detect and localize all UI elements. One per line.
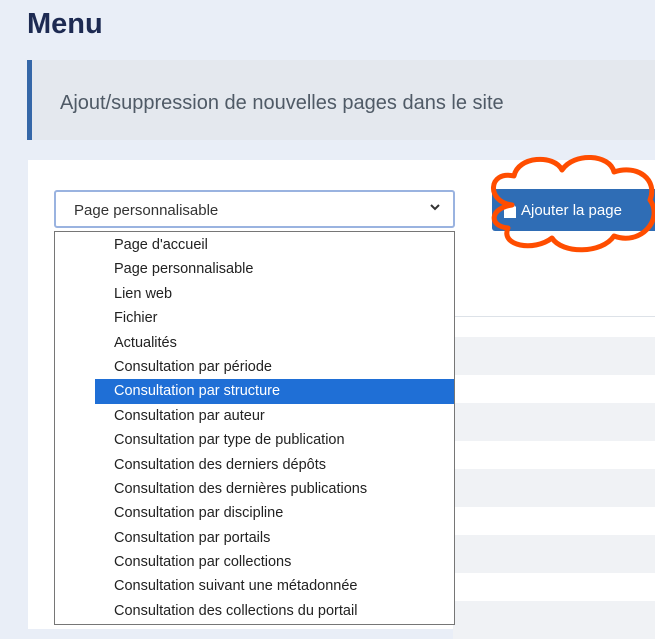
dropdown-option[interactable]: Consultation par auteur: [95, 404, 454, 428]
dropdown-option[interactable]: Fichier: [95, 306, 454, 330]
dropdown-option[interactable]: Consultation par période: [95, 355, 454, 379]
select-value: Page personnalisable: [74, 202, 219, 219]
add-page-label: Ajouter la page: [521, 201, 622, 219]
page-type-select[interactable]: Page personnalisable: [54, 190, 455, 228]
dropdown-option[interactable]: Consultation par collections: [95, 550, 454, 574]
add-page-button[interactable]: Ajouter la page: [492, 189, 655, 231]
list-item: [453, 403, 655, 441]
file-icon: [504, 202, 516, 218]
divider: [453, 316, 655, 317]
dropdown-option[interactable]: Consultation par type de publication: [95, 428, 454, 452]
dropdown-options[interactable]: Page d'accueil Page personnalisable Lien w…: [54, 231, 455, 625]
list-item: [453, 601, 655, 639]
list-item: [453, 337, 655, 375]
dropdown-option[interactable]: Page personnalisable: [95, 257, 454, 281]
dropdown-option[interactable]: Consultation des collections du portail: [95, 599, 454, 623]
dropdown-option[interactable]: Consultation par portails: [95, 526, 454, 550]
dropdown-option[interactable]: Consultation des derniers dépôts: [95, 453, 454, 477]
dropdown-option[interactable]: Consultation par discipline: [95, 501, 454, 525]
chevron-down-icon: [430, 204, 440, 211]
dropdown-option[interactable]: Consultation suivant une métadonnée: [95, 574, 454, 598]
info-text: Ajout/suppression de nouvelles pages dan…: [60, 92, 504, 114]
list-item: [453, 535, 655, 573]
page-title: Menu: [27, 8, 103, 40]
dropdown-option[interactable]: Actualités: [95, 331, 454, 355]
dropdown-option[interactable]: Lien web: [95, 282, 454, 306]
dropdown-option[interactable]: Page d'accueil: [95, 233, 454, 257]
dropdown-option[interactable]: Consultation des dernières publications: [95, 477, 454, 501]
info-box: Ajout/suppression de nouvelles pages dan…: [27, 60, 655, 140]
dropdown-option[interactable]: Consultation par structure: [95, 379, 454, 404]
list-item: [453, 469, 655, 507]
